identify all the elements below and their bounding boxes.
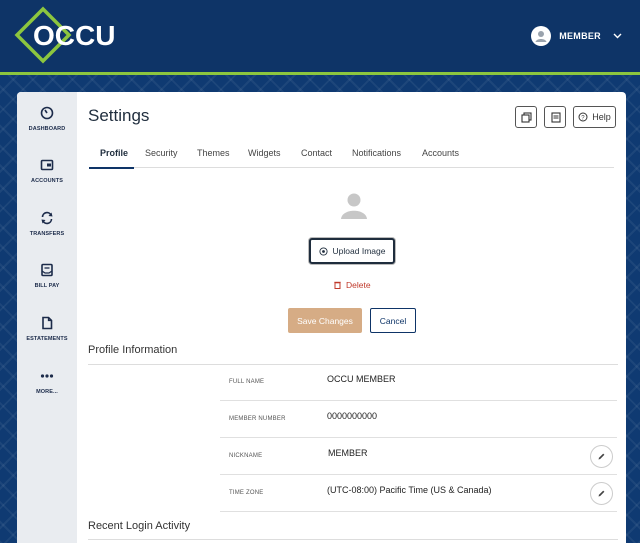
nav-item-dashboard[interactable]: DASHBOARD (17, 106, 77, 156)
info-label: TIME ZONE (229, 490, 264, 496)
info-row-nickname: NICKNAME MEMBER (220, 438, 617, 475)
user-avatar-icon (531, 26, 552, 46)
notes-button[interactable] (544, 106, 566, 128)
side-navigation: DASHBOARD ACCOUNTS TRANSFERS BILL PAY ES… (17, 92, 77, 543)
info-label: MEMBER NUMBER (229, 416, 286, 422)
tab-accounts[interactable]: Accounts (422, 148, 459, 158)
copy-icon (520, 111, 532, 123)
trash-icon (334, 281, 341, 289)
info-value: 0000000000 (327, 411, 378, 421)
tab-contact[interactable]: Contact (301, 148, 332, 158)
nav-item-bill-pay[interactable]: BILL PAY (17, 263, 77, 313)
edit-nickname-button[interactable] (590, 445, 613, 468)
upload-image-label: Upload Image (332, 246, 386, 256)
print-button[interactable] (515, 106, 537, 128)
nav-label: BILL PAY (34, 283, 60, 289)
nav-item-estatements[interactable]: ESTATEMENTS (17, 316, 77, 366)
save-changes-button[interactable]: Save Changes (288, 308, 362, 333)
info-row-full-name: FULL NAME OCCU MEMBER (220, 364, 617, 401)
info-value: MEMBER (328, 448, 368, 458)
user-menu[interactable]: MEMBER (531, 24, 622, 48)
nav-item-transfers[interactable]: TRANSFERS (17, 211, 77, 261)
help-label: Help (592, 112, 611, 122)
active-tab-indicator (89, 167, 134, 169)
user-name: MEMBER (559, 31, 601, 41)
more-dots-icon (40, 374, 54, 378)
info-row-time-zone: TIME ZONE (UTC-08:00) Pacific Time (US &… (220, 475, 617, 512)
info-value: OCCU MEMBER (327, 374, 396, 384)
tab-profile[interactable]: Profile (100, 148, 128, 158)
pencil-icon (598, 490, 605, 497)
bill-icon (41, 263, 53, 277)
info-value: (UTC-08:00) Pacific Time (US & Canada) (327, 485, 492, 495)
nav-item-accounts[interactable]: ACCOUNTS (17, 158, 77, 208)
wallet-icon (40, 159, 54, 171)
settings-card: DASHBOARD ACCOUNTS TRANSFERS BILL PAY ES… (17, 92, 626, 543)
nav-label: ACCOUNTS (31, 178, 63, 184)
section-divider (88, 539, 618, 540)
tab-notifications[interactable]: Notifications (352, 148, 401, 158)
profile-avatar-placeholder-icon (341, 193, 367, 219)
cancel-button[interactable]: Cancel (370, 308, 416, 333)
tab-themes[interactable]: Themes (197, 148, 230, 158)
nav-item-more[interactable]: MORE... (17, 369, 77, 419)
page-title: Settings (88, 106, 150, 125)
profile-information-title: Profile Information (88, 344, 178, 356)
nav-label: ESTATEMENTS (26, 336, 68, 342)
nav-label: TRANSFERS (29, 231, 65, 237)
tab-security[interactable]: Security (145, 148, 178, 158)
main-content: Settings ? Help Profile Security Themes … (77, 92, 626, 543)
pencil-icon (598, 453, 605, 460)
occu-logo[interactable]: OCCU (14, 6, 126, 64)
document-icon (42, 316, 53, 330)
upload-icon (318, 246, 328, 256)
logo-text: OCCU (33, 20, 115, 51)
delete-image-link[interactable]: Delete (334, 280, 371, 290)
nav-label: MORE... (36, 389, 58, 395)
help-button[interactable]: ? Help (573, 106, 616, 128)
nav-label: DASHBOARD (28, 126, 66, 132)
info-label: NICKNAME (229, 453, 263, 459)
delete-label: Delete (346, 280, 371, 290)
edit-time-zone-button[interactable] (590, 482, 613, 505)
tab-widgets[interactable]: Widgets (248, 148, 281, 158)
gauge-icon (40, 106, 54, 120)
info-label: FULL NAME (229, 379, 265, 385)
recent-login-activity-title: Recent Login Activity (88, 520, 191, 532)
help-icon: ? (578, 112, 588, 122)
settings-tabs: Profile Security Themes Widgets Contact … (89, 140, 614, 169)
notes-icon (550, 111, 561, 123)
transfer-arrows-icon (41, 211, 53, 225)
chevron-down-icon (613, 31, 622, 42)
upload-image-button[interactable]: Upload Image (309, 238, 395, 264)
info-row-member-number: MEMBER NUMBER 0000000000 (220, 401, 617, 438)
top-header: OCCU MEMBER (0, 0, 640, 72)
